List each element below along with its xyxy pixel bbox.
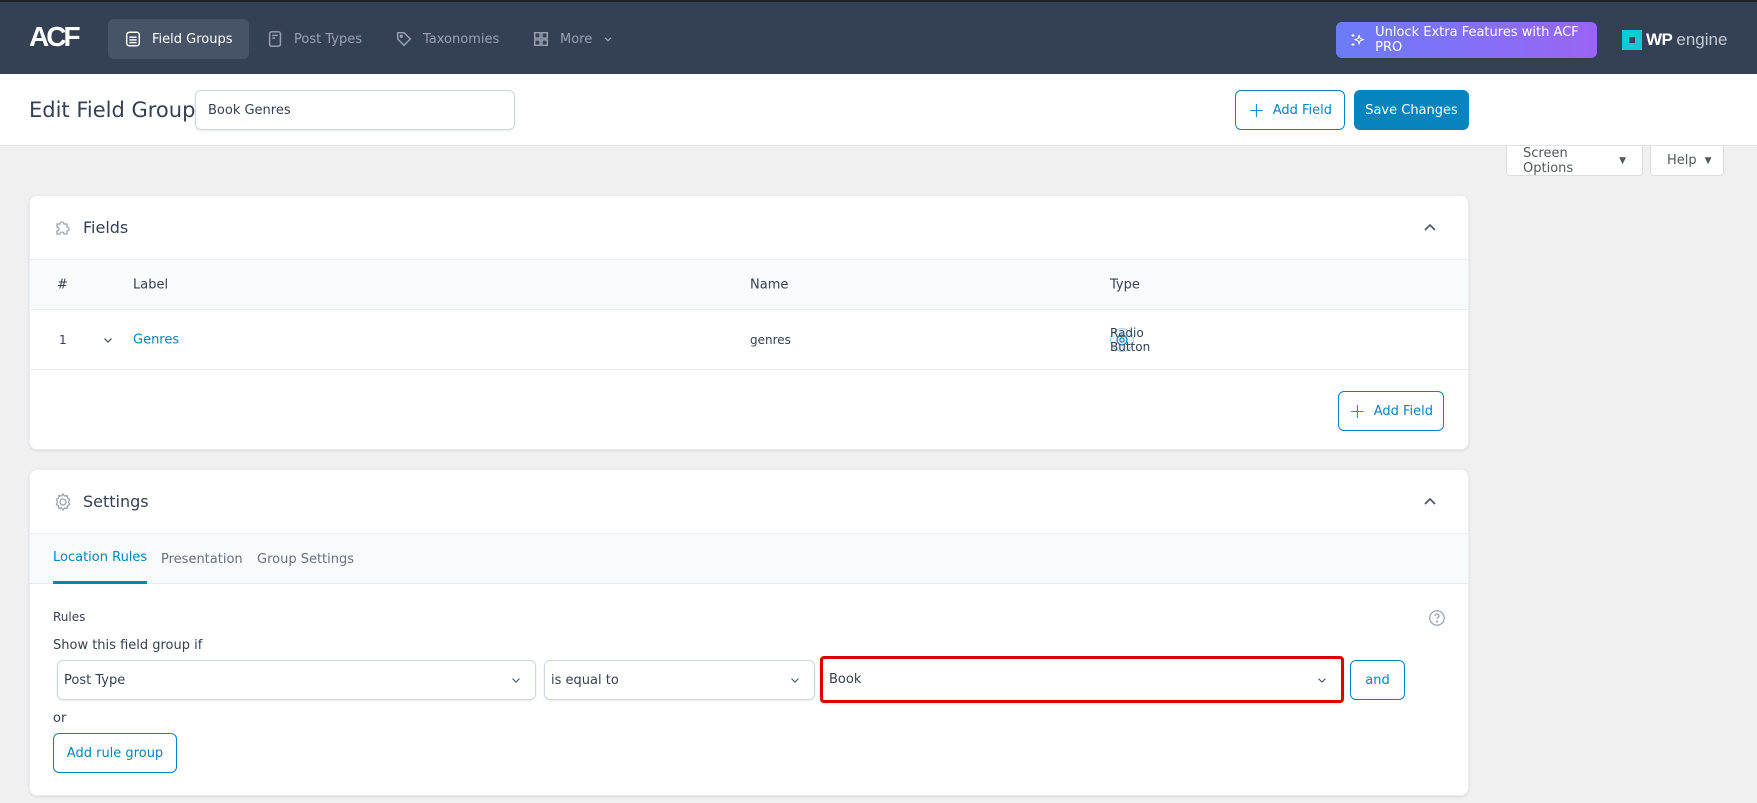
help-tab-label: Help [1667, 153, 1697, 168]
and-button[interactable]: and [1350, 660, 1405, 700]
page-title: Edit Field Group [29, 98, 196, 122]
sparkles-icon [1351, 33, 1365, 47]
nav-item-label: Field Groups [152, 31, 233, 47]
tab-presentation[interactable]: Presentation [161, 534, 243, 584]
tab-location-rules[interactable]: Location Rules [53, 534, 148, 584]
fields-table-header: # Label Name Type [30, 260, 1468, 310]
screen-options-button[interactable]: Screen Options ▼ [1506, 146, 1643, 176]
caret-down-icon: ▼ [1704, 155, 1712, 166]
column-type: Type [1110, 277, 1140, 292]
unlock-pro-button[interactable]: Unlock Extra Features with ACF PRO [1336, 22, 1597, 58]
nav-item-label: Post Types [294, 31, 362, 47]
chevron-up-icon[interactable] [1420, 492, 1440, 512]
chevron-down-icon [791, 678, 799, 683]
add-field-button[interactable]: + Add Field [1338, 391, 1444, 431]
tab-group-settings[interactable]: Group Settings [257, 534, 354, 584]
puzzle-icon [56, 220, 70, 235]
fields-panel: Fields # Label Name Type 1 Genres genres… [29, 195, 1469, 450]
settings-panel-title: Settings [83, 492, 149, 511]
nav-item-label: More [560, 31, 593, 47]
list-icon [125, 31, 141, 47]
rule-value-select[interactable]: Book [820, 656, 1344, 703]
nav-item-field-groups[interactable]: Field Groups [108, 19, 249, 59]
chevron-down-icon [604, 37, 612, 42]
wp-engine-logo[interactable]: WP engine [1622, 30, 1727, 50]
column-order: # [57, 277, 68, 292]
gear-icon [55, 492, 71, 511]
plus-icon: + [1247, 98, 1265, 122]
add-rule-group-button[interactable]: Add rule group [53, 733, 177, 773]
add-field-header-button[interactable]: + Add Field [1235, 90, 1345, 130]
rule-param-select[interactable]: Post Type [57, 660, 536, 700]
save-changes-button[interactable]: Save Changes [1354, 90, 1469, 130]
grid-icon [533, 31, 549, 47]
wp-engine-mark-icon [1622, 30, 1642, 50]
field-order: 1 [59, 332, 67, 347]
caret-down-icon: ▼ [1619, 155, 1626, 166]
add-field-label: Add Field [1373, 403, 1434, 419]
show-if-label: Show this field group if [53, 638, 203, 653]
field-type-label: Radio Button [1110, 325, 1151, 354]
settings-panel-header: Settings [30, 470, 1468, 534]
help-tab-button[interactable]: Help ▼ [1650, 146, 1724, 176]
tag-icon [396, 31, 412, 47]
add-field-label: Add Field [1272, 102, 1333, 118]
column-name: Name [750, 277, 789, 292]
top-navigation: ACF Field Groups Post Types Taxonomies M… [0, 0, 1757, 74]
settings-panel: Settings Location Rules Presentation Gro… [29, 469, 1469, 796]
fields-panel-title: Fields [83, 218, 129, 237]
screen-options-label: Screen Options [1523, 145, 1574, 176]
wp-engine-bold: WP [1646, 30, 1673, 49]
wp-engine-light: engine [1676, 30, 1728, 49]
column-label: Label [133, 277, 169, 292]
nav-item-post-types[interactable]: Post Types [250, 19, 378, 59]
chevron-down-icon [512, 678, 520, 683]
chevron-down-icon[interactable] [101, 333, 115, 347]
nav-item-taxonomies[interactable]: Taxonomies [379, 19, 515, 59]
rule-param-value: Post Type [64, 672, 126, 688]
nav-item-more[interactable]: More [516, 19, 630, 59]
settings-tabs: Location Rules Presentation Group Settin… [30, 534, 1468, 584]
field-name: genres [750, 332, 791, 347]
fields-panel-header: Fields [30, 196, 1468, 260]
chevron-down-icon [1318, 678, 1326, 683]
unlock-pro-label: Unlock Extra Features with ACF PRO [1375, 25, 1579, 55]
rule-operator-select[interactable]: is equal to [544, 660, 815, 700]
help-circle-icon[interactable] [1428, 609, 1446, 627]
chevron-up-icon[interactable] [1420, 218, 1440, 238]
rule-operator-value: is equal to [551, 672, 619, 688]
acf-logo[interactable]: ACF [29, 23, 83, 51]
rule-value-value: Book [829, 672, 862, 687]
rules-label: Rules [53, 610, 86, 624]
table-row[interactable]: 1 Genres genres Radio Button [30, 310, 1468, 370]
plus-icon: + [1348, 399, 1366, 423]
header-bar: Edit Field Group + Add Field Save Change… [0, 74, 1757, 146]
document-icon [268, 31, 282, 47]
field-group-title-input[interactable] [195, 90, 515, 130]
field-label-link[interactable]: Genres [133, 332, 179, 347]
or-label: or [53, 711, 67, 726]
nav-item-label: Taxonomies [423, 31, 500, 47]
